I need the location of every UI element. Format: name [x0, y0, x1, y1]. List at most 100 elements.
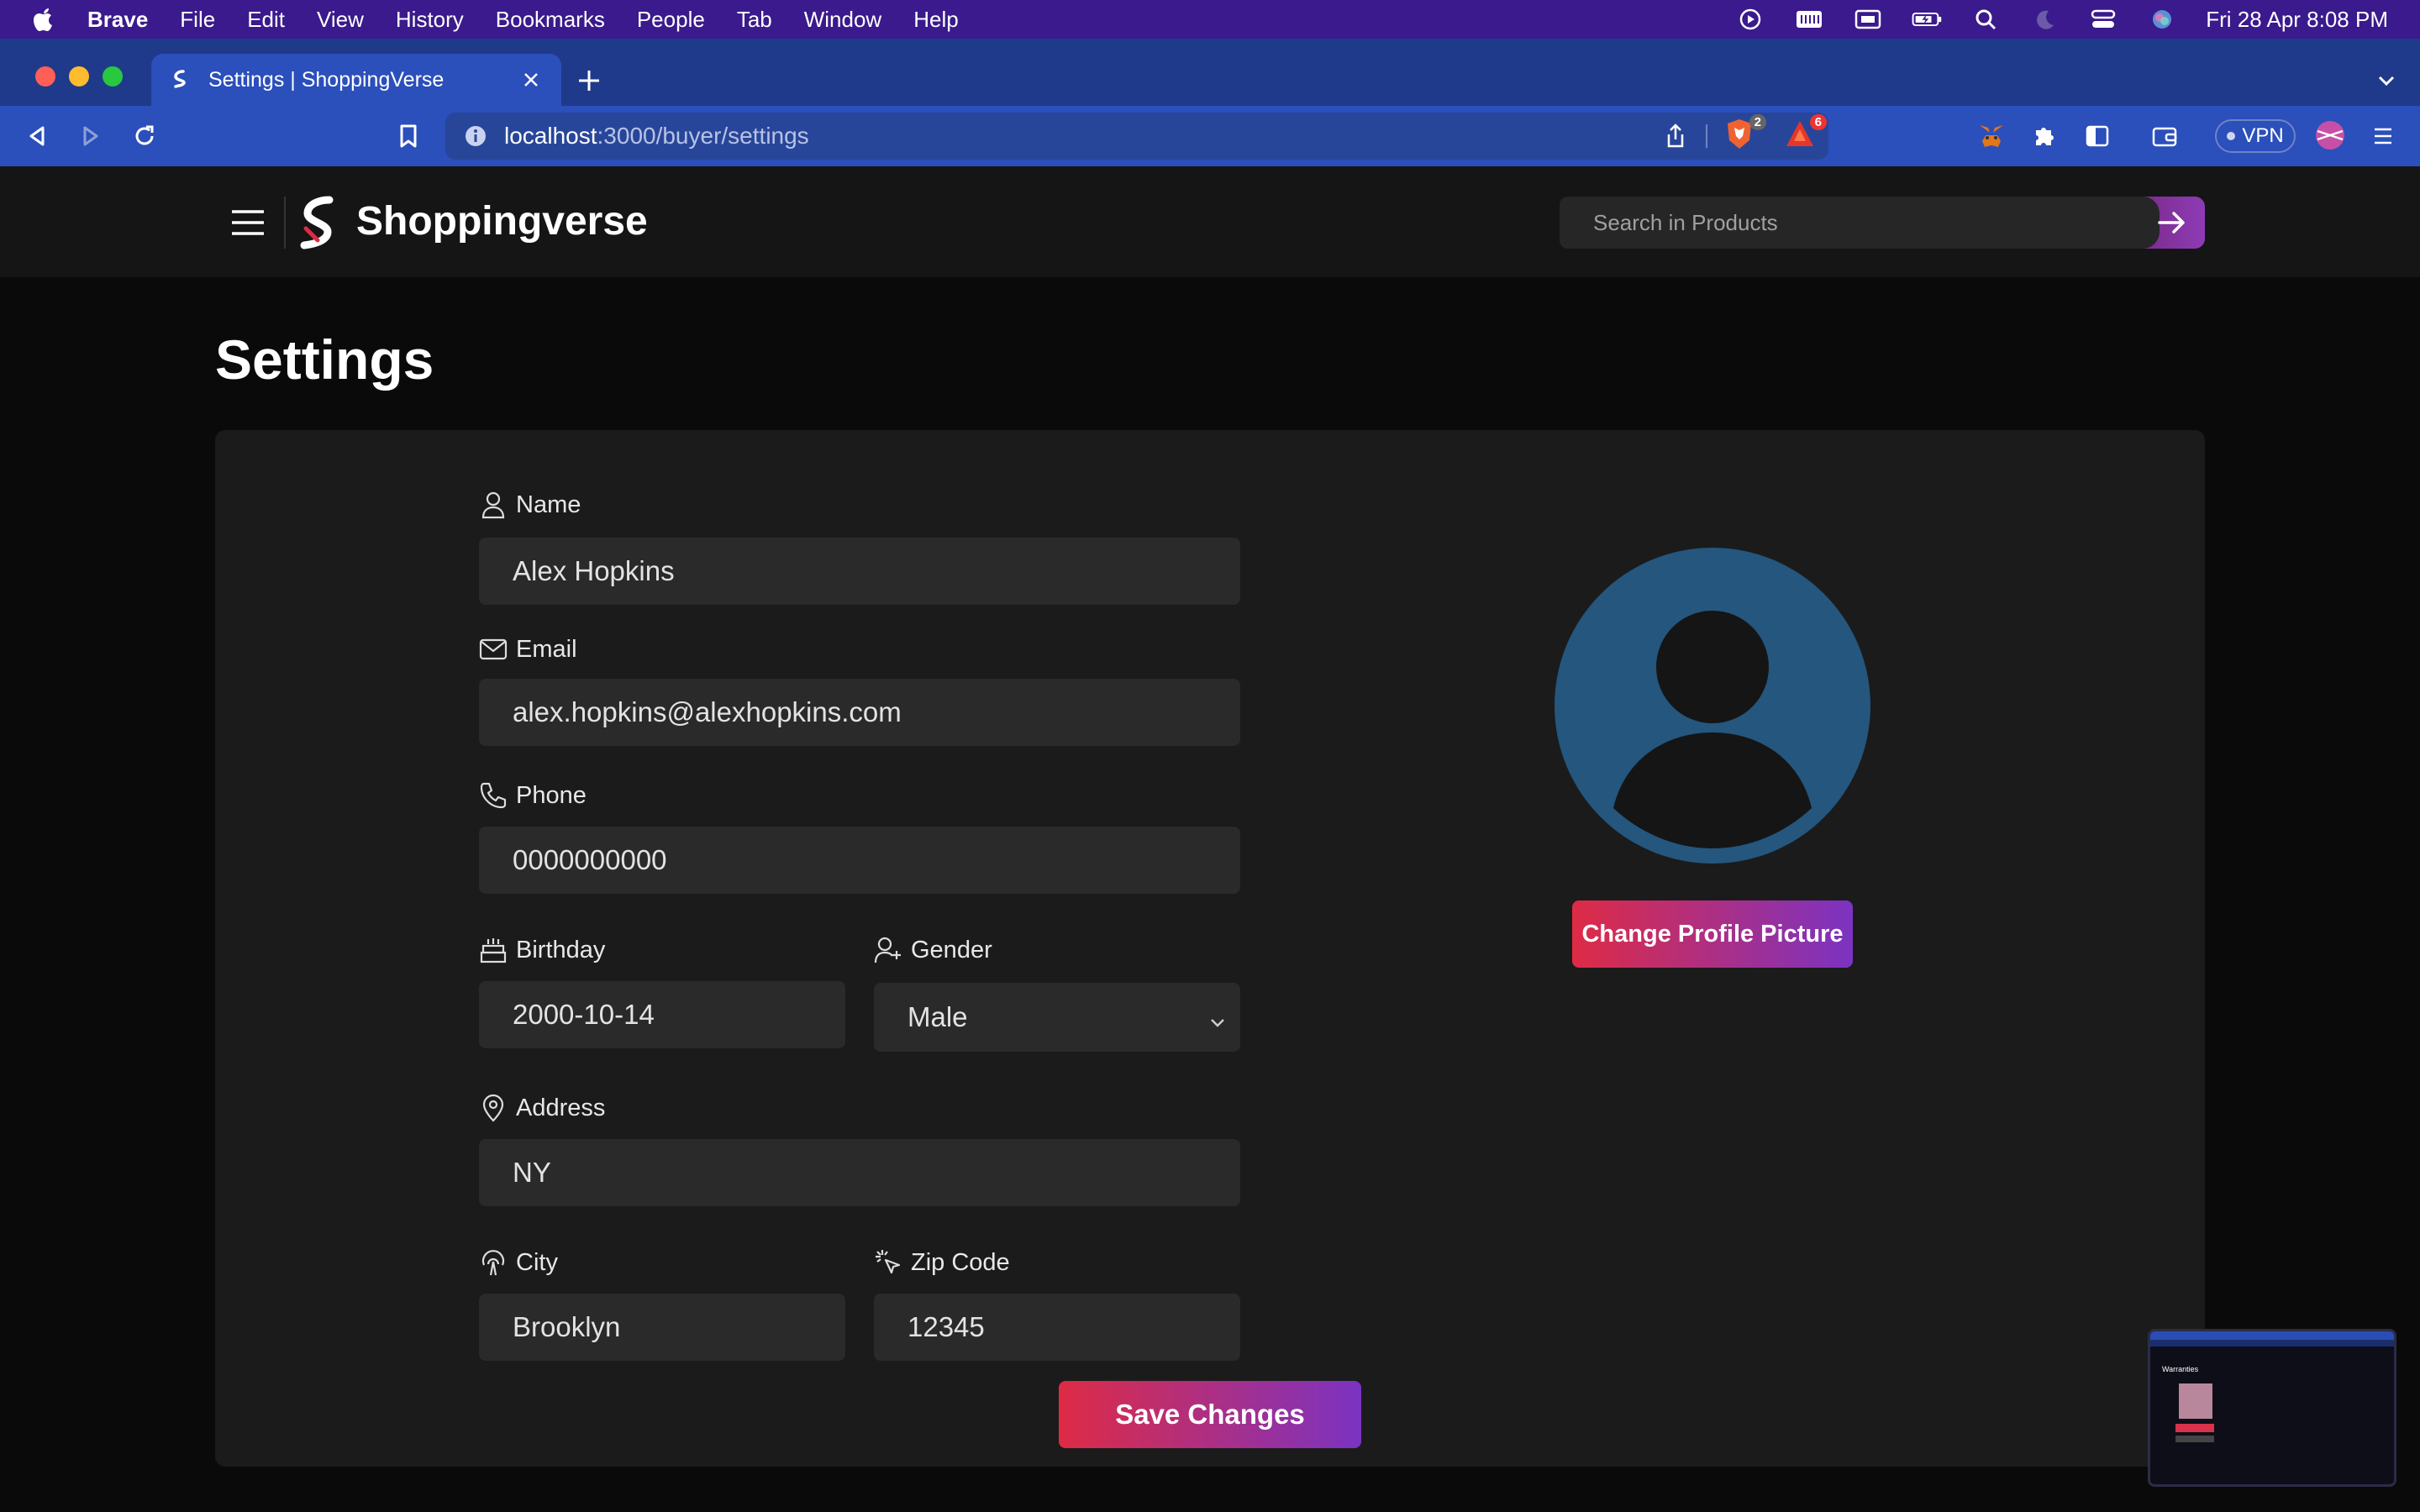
- pip-tab-bar: [2150, 1331, 2394, 1340]
- menu-window[interactable]: Window: [804, 7, 881, 33]
- cursor-click-icon: [874, 1248, 902, 1277]
- zip-label: Zip Code: [874, 1248, 1010, 1277]
- pip-product-image: [2179, 1383, 2212, 1419]
- macos-menu-bar: Brave File Edit View History Bookmarks P…: [0, 0, 2420, 39]
- url-path: :3000/buyer/settings: [597, 123, 809, 149]
- gender-select[interactable]: Male: [874, 983, 1240, 1052]
- window-zoom-button[interactable]: [103, 66, 123, 87]
- map-pin-icon: [479, 1094, 508, 1122]
- name-field[interactable]: Alex Hopkins: [479, 538, 1240, 605]
- extensions-puzzle-icon[interactable]: [2028, 121, 2059, 151]
- url-text[interactable]: localhost:3000/buyer/settings: [504, 123, 809, 150]
- header-divider: [284, 197, 286, 249]
- brand-name[interactable]: Shoppingverse: [356, 197, 648, 247]
- display-icon[interactable]: [1853, 8, 1883, 31]
- change-profile-picture-button[interactable]: Change Profile Picture: [1572, 900, 1853, 968]
- chevron-down-icon: [1208, 1006, 1227, 1027]
- brave-shields-icon[interactable]: 2: [1723, 114, 1766, 155]
- brave-rewards-icon[interactable]: 6: [1783, 114, 1827, 155]
- city-label: City: [479, 1248, 558, 1277]
- siri-icon[interactable]: [2147, 8, 2177, 31]
- phone-label-text: Phone: [516, 781, 587, 809]
- zip-label-text: Zip Code: [911, 1248, 1010, 1276]
- vpn-label: VPN: [2242, 124, 2284, 147]
- battery-icon[interactable]: [1912, 8, 1942, 31]
- site-info-icon[interactable]: [464, 124, 487, 148]
- profile-avatar-icon: [1555, 548, 1870, 864]
- shields-count-badge: 2: [1749, 114, 1766, 130]
- email-label: Email: [479, 635, 577, 664]
- bookmark-icon[interactable]: [393, 121, 424, 151]
- address-label-text: Address: [516, 1094, 606, 1121]
- name-label: Name: [479, 491, 581, 519]
- play-circle-icon[interactable]: [1735, 8, 1765, 31]
- menu-edit[interactable]: Edit: [247, 7, 285, 33]
- back-icon[interactable]: [22, 121, 52, 151]
- birthday-label: Birthday: [479, 936, 605, 964]
- browser-tab-active[interactable]: Settings | ShoppingVerse: [151, 54, 561, 106]
- address-field[interactable]: NY: [479, 1139, 1240, 1206]
- arrow-right-icon: [2158, 212, 2185, 234]
- email-label-text: Email: [516, 635, 577, 663]
- menu-people[interactable]: People: [637, 7, 705, 33]
- pip-toolbar: [2150, 1340, 2394, 1347]
- picture-in-picture-preview[interactable]: Warranties: [2148, 1329, 2396, 1487]
- gender-label-text: Gender: [911, 936, 992, 963]
- menu-bookmarks[interactable]: Bookmarks: [496, 7, 605, 33]
- menu-history[interactable]: History: [396, 7, 464, 33]
- user-icon: [479, 491, 508, 519]
- share-icon[interactable]: [1660, 121, 1691, 151]
- pip-button: [2175, 1424, 2214, 1432]
- cake-icon: [479, 936, 508, 964]
- gender-label: Gender: [874, 936, 992, 964]
- zip-field[interactable]: 12345: [874, 1294, 1240, 1361]
- tab-close-icon[interactable]: [518, 66, 544, 93]
- birthday-field[interactable]: 2000-10-14: [479, 981, 845, 1048]
- name-label-text: Name: [516, 491, 581, 518]
- address-bar[interactable]: localhost:3000/buyer/settings: [445, 113, 1828, 160]
- window-minimize-button[interactable]: [69, 66, 89, 87]
- save-changes-button[interactable]: Save Changes: [1059, 1381, 1361, 1448]
- shoppingverse-favicon: [170, 69, 192, 91]
- phone-icon: [479, 781, 508, 810]
- search-submit-button[interactable]: [2133, 197, 2205, 249]
- product-search-input[interactable]: Search in Products: [1560, 197, 2165, 249]
- vpn-button[interactable]: VPN: [2215, 119, 2296, 153]
- sidebar-toggle-icon[interactable]: [2082, 121, 2112, 151]
- hamburger-menu-icon[interactable]: [230, 208, 266, 237]
- menu-view[interactable]: View: [317, 7, 364, 33]
- menu-brave[interactable]: Brave: [87, 7, 148, 33]
- menu-help[interactable]: Help: [913, 7, 958, 33]
- email-field[interactable]: alex.hopkins@alexhopkins.com: [479, 679, 1240, 746]
- shoppingverse-logo-icon[interactable]: [296, 195, 341, 250]
- page-title: Settings: [215, 328, 434, 391]
- location-signal-icon: [479, 1248, 508, 1277]
- url-host: localhost: [504, 123, 597, 149]
- window-close-button[interactable]: [35, 66, 55, 87]
- phone-field[interactable]: 0000000000: [479, 827, 1240, 894]
- metamask-fox-icon[interactable]: [1976, 121, 2007, 151]
- pip-page-title: Warranties: [2162, 1365, 2199, 1373]
- birthday-label-text: Birthday: [516, 936, 606, 963]
- keyboard-icon[interactable]: [1794, 8, 1824, 31]
- control-center-icon[interactable]: [2088, 8, 2118, 31]
- forward-icon[interactable]: [76, 121, 106, 151]
- menubar-datetime[interactable]: Fri 28 Apr 8:08 PM: [2206, 7, 2388, 33]
- menu-file[interactable]: File: [180, 7, 215, 33]
- wallet-icon[interactable]: [2149, 121, 2180, 151]
- address-label: Address: [479, 1094, 605, 1122]
- gender-select-value: Male: [908, 1001, 968, 1032]
- menu-tab[interactable]: Tab: [737, 7, 772, 33]
- phone-label: Phone: [479, 781, 587, 810]
- moon-icon[interactable]: [2029, 8, 2060, 31]
- spotlight-search-icon[interactable]: [1970, 8, 2001, 31]
- new-tab-icon[interactable]: [575, 66, 603, 95]
- pip-button-secondary: [2175, 1436, 2214, 1442]
- browser-menu-icon[interactable]: [2368, 121, 2398, 151]
- apple-menu-icon[interactable]: [32, 7, 57, 32]
- profile-avatar-icon[interactable]: [2314, 119, 2346, 151]
- city-field[interactable]: Brooklyn: [479, 1294, 845, 1361]
- reload-icon[interactable]: [129, 121, 160, 151]
- tab-title: Settings | ShoppingVerse: [208, 67, 445, 92]
- tab-search-chevron-icon[interactable]: [2375, 69, 2398, 92]
